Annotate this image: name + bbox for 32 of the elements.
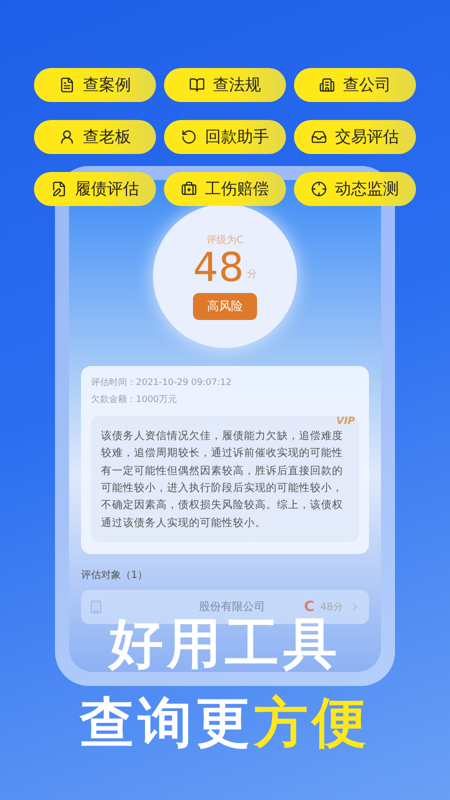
headline-text: 查询更 (80, 690, 254, 756)
tool-button[interactable]: 回款助手 (164, 120, 286, 154)
document-edit-icon (51, 181, 67, 197)
risk-badge: 高风险 (193, 292, 257, 320)
building-icon (89, 600, 103, 614)
tool-button[interactable]: 动态监测 (294, 172, 416, 206)
evaluation-time: 评估时间：2021-10-29 09:07:12 (91, 376, 233, 389)
company-name: 股份有限公司 (198, 599, 266, 614)
tray-icon (311, 129, 327, 145)
tool-button[interactable]: 交易评估 (294, 120, 416, 154)
tool-button[interactable]: 工伤赔偿 (164, 172, 286, 206)
score-unit: 分 (246, 268, 257, 280)
vip-label: VIP (336, 416, 355, 427)
rating-label: 评级为C (206, 234, 244, 246)
target-icon (311, 181, 327, 197)
headline-text: 方便 (254, 690, 370, 756)
summary-text: 该债务人资信情况欠佳，履债能力欠缺，追偿难度较难，追偿周期较长，通过诉前催收实现的可能性有一定可能性但偶然因素较高，胜诉后直接回款的可能性较小，进入执行阶段后实现的可能性较小，不确定因素高，债权损失风险较高。综上，该债权通过该债务人实现的可能性较小。 (101, 429, 344, 531)
score-value: 48 (193, 246, 244, 288)
medical-case-icon (181, 181, 197, 197)
user-icon (59, 129, 75, 145)
tool-button[interactable]: 查老板 (34, 120, 156, 154)
company-score: 48分 (320, 600, 343, 614)
tool-button[interactable]: 履债评估 (34, 172, 156, 206)
refresh-icon (181, 129, 197, 145)
book-icon (189, 77, 205, 93)
document-icon (59, 77, 75, 93)
section-title: 评估对象（1） (81, 568, 148, 582)
tool-button[interactable]: 查案例 (34, 68, 156, 102)
building-icon (319, 77, 335, 93)
tool-button[interactable]: 查公司 (294, 68, 416, 102)
tool-button[interactable]: 查法规 (164, 68, 286, 102)
debt-amount: 欠款金额：1000万元 (91, 394, 178, 406)
